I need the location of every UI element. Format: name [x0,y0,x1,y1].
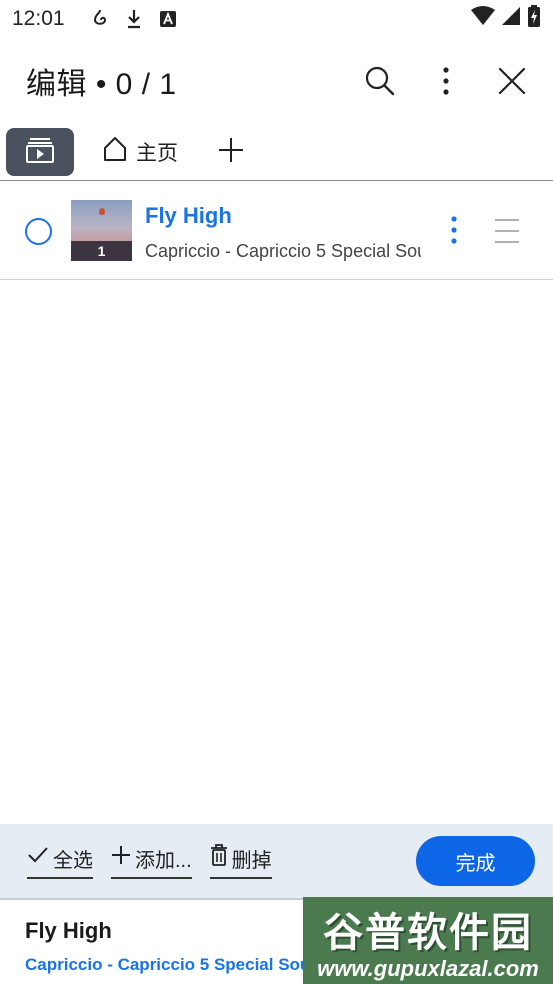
status-right-icons [471,5,541,33]
status-time: 12:01 [12,7,65,30]
app-bar: 编辑 • 0 / 1 [0,48,553,114]
cover-number: 1 [97,243,106,259]
plus-icon [111,845,131,871]
page-title: 编辑 • 0 / 1 [26,68,177,101]
tab-bar: 主页 [0,126,553,178]
add-label: 添加... [135,849,192,872]
edit-toolbar: 全选 添加... 删掉 完成 [0,824,553,898]
now-playing-title: Fly High [25,918,112,943]
delete-label: 删掉 [231,849,272,872]
more-vert-icon [444,216,464,249]
drag-handle-icon [494,219,520,248]
list-item[interactable]: 1 Fly High Capriccio - Capriccio 5 Speci… [0,181,553,280]
wifi-icon [471,6,495,32]
add-button[interactable]: 添加... [111,844,192,879]
drag-handle[interactable] [494,218,520,249]
watermark-logo: 谷普软件园 www.gupuxlazal.com [303,897,553,984]
check-icon [27,845,49,871]
hook-icon [91,8,109,30]
tab-home-label: 主页 [136,142,178,165]
track-more-button[interactable] [444,215,464,250]
select-radio[interactable] [25,218,52,245]
plus-icon [218,137,244,168]
playlist-play-icon [25,137,55,168]
close-icon[interactable] [497,66,527,96]
battery-charging-icon [527,5,541,33]
download-icon [125,8,143,30]
now-playing-subtitle: Capriccio - Capriccio 5 Special Sound [25,955,325,974]
watermark-name: 谷普软件园 [323,910,533,955]
balloon-shape [99,208,105,215]
search-icon[interactable] [365,66,395,96]
tab-now-playing[interactable] [6,128,74,176]
track-subtitle: Capriccio - Capriccio 5 Special Sound [145,241,421,261]
home-icon [102,136,128,168]
status-bar: 12:01 [0,0,553,38]
signal-icon [501,6,521,32]
add-tab-button[interactable] [218,137,244,168]
track-title: Fly High [145,203,232,228]
tab-home[interactable]: 主页 [102,136,178,168]
select-all-label: 全选 [53,849,93,872]
more-vert-icon[interactable] [431,66,461,96]
album-cover: 1 [71,200,132,261]
watermark-url: www.gupuxlazal.com [317,955,539,981]
done-button[interactable]: 完成 [416,836,535,886]
delete-button[interactable]: 删掉 [209,844,272,879]
app-bar-actions [365,66,527,96]
select-all-button[interactable]: 全选 [27,844,93,879]
trash-icon [210,844,228,872]
font-a-icon [159,10,177,28]
